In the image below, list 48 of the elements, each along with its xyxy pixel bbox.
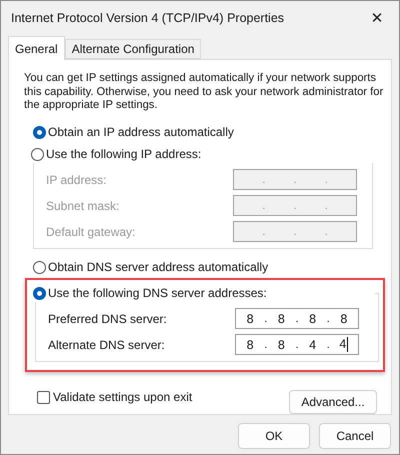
octet-separator: . — [326, 338, 330, 350]
octet-value: 8 — [246, 338, 254, 352]
dialog-button[interactable]: Cancel — [319, 423, 391, 449]
octet-value: 8 — [309, 312, 316, 326]
window-title: Internet Protocol Version 4 (TCP/IPv4) Properties — [11, 11, 284, 25]
field-label: Default gateway: — [46, 224, 136, 238]
field-label: IP address: — [46, 172, 106, 186]
radio-label: Obtain an IP address automatically — [48, 125, 234, 139]
octet-separator: . — [293, 226, 296, 238]
octet-separator: . — [295, 312, 298, 324]
octet-separator: . — [262, 200, 266, 212]
octet-value: 8 — [340, 312, 348, 326]
octet-separator: . — [326, 312, 330, 324]
radio-button[interactable] — [33, 126, 46, 138]
octet-separator: . — [324, 226, 328, 238]
octet-value: 8 — [278, 338, 285, 352]
octet-value: 4 — [339, 336, 346, 351]
field-label: Subnet mask: — [46, 198, 120, 212]
radio-button[interactable] — [33, 260, 46, 274]
radio-button[interactable] — [33, 286, 46, 300]
octet-separator: . — [324, 200, 328, 212]
intro-text: You can get IP settings assigned automatically if your network supports this capability. Otherwise, you need to ask your network administrator for the appropriate IP settings. — [24, 72, 384, 112]
radio-button[interactable] — [31, 148, 44, 160]
radio-label: Use the following DNS server addresses: — [48, 286, 267, 300]
octet-value: 4 — [309, 338, 316, 352]
checkbox-label: Validate settings upon exit — [53, 390, 192, 404]
octet-separator: . — [324, 174, 328, 186]
octet-separator: . — [262, 226, 266, 238]
close-button[interactable]: ✕ — [355, 3, 399, 33]
octet-separator: . — [293, 200, 296, 212]
ip-address-field[interactable]: 8 . 8 . 8 . 8 — [235, 308, 359, 329]
octet-separator: . — [264, 338, 268, 350]
tab[interactable]: Alternate Configuration — [64, 39, 202, 59]
checkbox[interactable] — [37, 390, 50, 404]
radio-label: Use the following IP address: — [46, 147, 202, 161]
tab[interactable]: General — [8, 36, 65, 60]
octet-separator: . — [295, 338, 298, 350]
octet-separator: . — [293, 174, 296, 186]
ip-address-field[interactable]: 8 . 8 . 4 . 4 — [235, 334, 359, 355]
octet-separator: . — [262, 174, 266, 186]
field-label: Preferred DNS server: — [48, 312, 167, 326]
octet-value: 8 — [246, 312, 254, 326]
dialog-button[interactable]: OK — [238, 423, 310, 449]
octet-separator: . — [264, 312, 268, 324]
octet-value: 8 — [278, 312, 285, 326]
field-label: Alternate DNS server: — [48, 338, 165, 352]
radio-label: Obtain DNS server address automatically — [48, 260, 268, 274]
advanced-button[interactable]: Advanced... — [289, 390, 377, 414]
